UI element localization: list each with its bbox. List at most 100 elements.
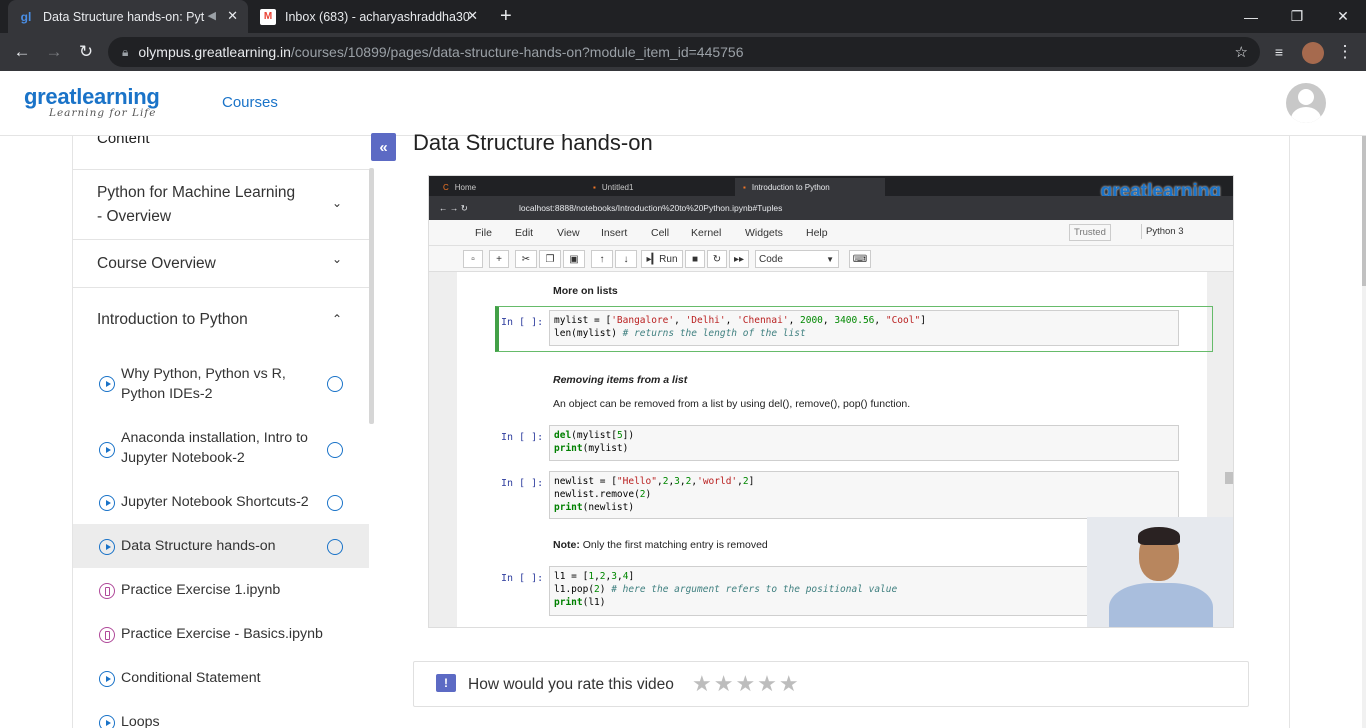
save-icon: ▫ xyxy=(463,250,483,268)
sidebar-item-practice-basics[interactable]: Practice Exercise - Basics.ipynb xyxy=(73,612,369,656)
rating-stars[interactable]: ★★★★★ xyxy=(692,671,801,697)
site-header: greatlearning Learning for Life Courses xyxy=(0,71,1366,136)
profile-avatar[interactable] xyxy=(1302,42,1324,64)
move-down-icon: ↓ xyxy=(615,250,637,268)
add-cell-icon: + xyxy=(489,250,509,268)
sidebar-section-python-ml[interactable]: Python for Machine Learning - Overview ⌄ xyxy=(73,169,369,240)
tab-data-structure[interactable]: gl Data Structure hands-on: Pyt ◀︎ ✕ xyxy=(8,0,248,33)
completion-circle-icon[interactable] xyxy=(327,442,343,458)
completion-circle-icon[interactable] xyxy=(327,376,343,392)
sidebar-section-course-overview[interactable]: Course Overview ⌄ xyxy=(73,240,369,288)
url-path: /courses/10899/pages/data-structure-hand… xyxy=(290,44,744,60)
para-removing: An object can be removed from a list by … xyxy=(553,398,911,410)
play-icon xyxy=(99,539,115,555)
stop-icon: ■ xyxy=(685,250,705,268)
feedback-icon: ! xyxy=(436,674,456,692)
chevron-down-icon: ⌄ xyxy=(331,252,342,266)
notebook-scrollbar xyxy=(1225,472,1233,484)
content-sidebar: Content Python for Machine Learning - Ov… xyxy=(72,136,369,728)
chevron-up-icon: ⌃ xyxy=(331,312,342,326)
move-up-icon: ↑ xyxy=(591,250,613,268)
close-icon[interactable]: ✕ xyxy=(467,8,478,24)
heading-removing: Removing items from a list xyxy=(553,374,688,386)
run-button: ▸▎ Run xyxy=(641,250,683,268)
back-icon[interactable]: ← xyxy=(11,41,33,63)
sidebar-title: Content xyxy=(97,136,150,147)
sidebar-item-loops[interactable]: Loops xyxy=(73,700,369,728)
bookmark-star-icon[interactable]: ☆ xyxy=(1235,43,1248,61)
minimize-button[interactable]: — xyxy=(1228,0,1274,33)
completion-circle-icon[interactable] xyxy=(327,495,343,511)
browser-toolbar: ← → ↻ 🔒︎ olympus.greatlearning.in/course… xyxy=(0,33,1366,71)
back-icon: ← → ↻ xyxy=(439,202,468,213)
sidebar-item-practice-exercise-1[interactable]: Practice Exercise 1.ipynb xyxy=(73,568,369,612)
copy-icon: ❐ xyxy=(539,250,561,268)
cell-prompt: In [ ]: xyxy=(501,478,544,489)
code-cell-4: l1 = [1,2,3,4] l1.pop(2) # here the argu… xyxy=(549,566,1179,616)
menu-kebab-icon[interactable]: ⋮ xyxy=(1334,41,1356,63)
video-tab-home: C Home xyxy=(443,182,477,192)
greatlearning-logo[interactable]: greatlearning Learning for Life xyxy=(24,84,160,119)
notebook-icon xyxy=(99,583,115,599)
close-icon[interactable]: ✕ xyxy=(227,8,238,24)
reload-icon[interactable]: ↻ xyxy=(75,41,97,63)
completion-circle-icon[interactable] xyxy=(327,539,343,555)
fast-forward-icon: ▸▸ xyxy=(729,250,749,268)
forward-icon[interactable]: → xyxy=(43,41,65,63)
page-scrollbar[interactable] xyxy=(1362,136,1366,728)
gmail-icon: M xyxy=(260,8,276,25)
lock-icon: 🔒︎ xyxy=(122,44,129,59)
restart-icon: ↻ xyxy=(707,250,727,268)
note-text: Note: Only the first matching entry is r… xyxy=(553,539,768,551)
user-avatar[interactable] xyxy=(1286,83,1326,123)
chevron-down-icon: ⌄ xyxy=(331,196,342,210)
video-player[interactable]: C Home ▪ Untitled1 ▪ Introduction to Python… xyxy=(428,175,1234,628)
content-divider xyxy=(1289,136,1290,728)
restore-button[interactable]: ❐ xyxy=(1274,0,1320,33)
tab-title: Data Structure hands-on: Pyt xyxy=(43,9,205,24)
play-icon xyxy=(99,671,115,687)
sidebar-item-data-structure[interactable]: Data Structure hands-on xyxy=(73,524,369,568)
code-cell-1: mylist = ['Bangalore', 'Delhi', 'Chennai… xyxy=(549,310,1179,346)
new-tab-button[interactable]: + xyxy=(500,5,512,28)
courses-link[interactable]: Courses xyxy=(222,94,278,111)
cell-prompt: In [ ]: xyxy=(501,432,544,443)
sidebar-section-intro-python[interactable]: Introduction to Python ⌃ xyxy=(73,288,369,344)
close-window-button[interactable]: ✕ xyxy=(1320,0,1366,33)
instructor-webcam xyxy=(1087,517,1233,627)
play-icon xyxy=(99,376,115,392)
play-icon xyxy=(99,495,115,511)
gl-icon: gl xyxy=(20,9,32,24)
media-control-icon[interactable]: ≡ xyxy=(1268,41,1290,63)
url-host: olympus.greatlearning.in xyxy=(138,44,291,60)
address-bar[interactable]: 🔒︎ olympus.greatlearning.in/courses/1089… xyxy=(108,37,1260,67)
code-cell-3: newlist = ["Hello",2,3,2,'world',2] newl… xyxy=(549,471,1179,519)
rating-question: How would you rate this video xyxy=(468,676,674,693)
play-icon xyxy=(99,442,115,458)
tab-inbox[interactable]: M Inbox (683) - acharyashraddha30 ✕ xyxy=(250,0,488,33)
sidebar-item-anaconda[interactable]: Anaconda installation, Intro to Jupyter … xyxy=(73,424,369,474)
sidebar-item-why-python[interactable]: Why Python, Python vs R, Python IDEs-2 xyxy=(73,358,369,410)
notebook-icon xyxy=(99,627,115,643)
sidebar-item-conditional[interactable]: Conditional Statement xyxy=(73,656,369,700)
heading-more-lists: More on lists xyxy=(553,285,618,297)
tab-title: Inbox (683) - acharyashraddha30 xyxy=(285,9,470,24)
jupyter-menubar: File Edit View Insert Cell Kernel Widget… xyxy=(429,220,1233,246)
play-icon xyxy=(99,715,115,728)
video-tab-intro: ▪ Introduction to Python xyxy=(735,178,885,196)
cell-type-select: Code ▼ xyxy=(755,250,839,268)
video-rating-box: ! How would you rate this video ★★★★★ xyxy=(413,661,1249,707)
cut-icon: ✂ xyxy=(515,250,537,268)
code-cell-2: del(mylist[5]) print(mylist) xyxy=(549,425,1179,461)
sidebar-scrollbar[interactable] xyxy=(369,168,374,424)
paste-icon: ▣ xyxy=(563,250,585,268)
speaker-icon[interactable]: ◀︎ xyxy=(208,9,216,22)
page-title: Data Structure hands-on xyxy=(413,130,653,155)
video-address-bar: ← → ↻ localhost:8888/notebooks/Introduct… xyxy=(429,196,1233,220)
cell-prompt: In [ ]: xyxy=(501,317,544,328)
browser-tab-strip: gl Data Structure hands-on: Pyt ◀︎ ✕ M I… xyxy=(0,0,1366,33)
video-browser-tabs: C Home ▪ Untitled1 ▪ Introduction to Python… xyxy=(429,176,1233,202)
sidebar-item-jupyter-shortcuts[interactable]: Jupyter Notebook Shortcuts-2 xyxy=(73,480,369,524)
collapse-sidebar-button[interactable]: « xyxy=(371,133,396,161)
keyboard-icon: ⌨ xyxy=(849,250,871,268)
